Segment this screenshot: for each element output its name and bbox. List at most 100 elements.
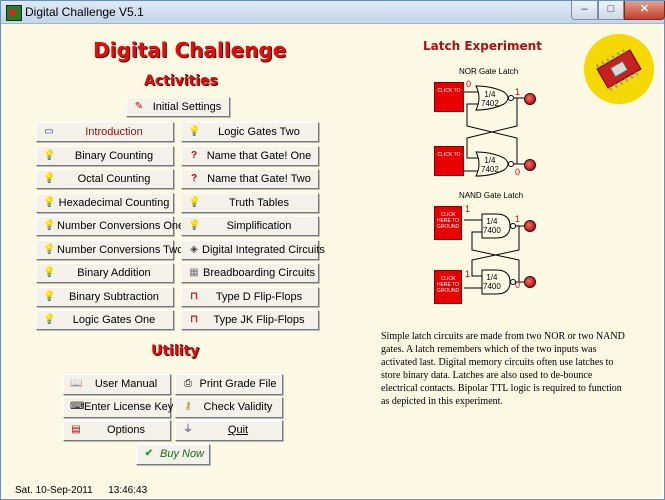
activity-label: Logic Gates One xyxy=(72,314,156,326)
nor-top-input-text: CLICK TO xyxy=(437,88,461,94)
activity-button-name-that-gate-one[interactable]: ? Name that Gate! One xyxy=(181,145,319,166)
activity-button-logic-gates-two[interactable]: 💡 Logic Gates Two xyxy=(181,122,319,142)
nor-bottom-output-value: 0 xyxy=(515,167,521,177)
bulb-icon: 💡 xyxy=(43,149,56,161)
nor-top-output-value: 1 xyxy=(515,87,521,97)
activity-button-name-that-gate-two[interactable]: ? Name that Gate! Two xyxy=(181,169,319,189)
quit-button[interactable]: ⏚ Quit xyxy=(175,420,283,441)
bulb-icon: 💡 xyxy=(188,220,201,231)
nor-latch-label: NOR Gate Latch xyxy=(459,67,519,76)
activities-heading: Activities xyxy=(144,73,218,89)
activity-label: Type JK Flip-Flops xyxy=(213,314,305,326)
options-button[interactable]: ▤ Options xyxy=(63,420,171,441)
nor-gate-top-label: 1/4 7402 xyxy=(481,90,499,108)
print-grade-button[interactable]: ⎙ Print Grade File xyxy=(175,374,283,395)
bulb-icon: 💡 xyxy=(43,173,56,184)
activity-button-logic-gates-one[interactable]: 💡 Logic Gates One xyxy=(36,310,174,330)
activity-label: Introduction xyxy=(85,126,143,138)
activity-label: Name that Gate! One xyxy=(206,149,312,162)
user-manual-button[interactable]: 📖 User Manual xyxy=(63,374,171,395)
nor-bottom-input-button[interactable]: CLICK TO xyxy=(434,146,464,176)
key-icon: ⚷ xyxy=(184,401,192,412)
app-icon xyxy=(6,5,22,21)
activity-button-breadboarding-circuits[interactable]: ▦ Breadboarding Circuits xyxy=(181,263,319,283)
latch-description: Simple latch circuits are made from two … xyxy=(381,331,625,407)
activity-button-binary-subtraction[interactable]: 💡 Binary Subtraction xyxy=(36,286,174,307)
nor-gate-bottom-label: 1/4 7402 xyxy=(481,156,499,174)
nand-bottom-ground-text: CLICK HERE TO GROUND xyxy=(436,276,460,294)
buy-now-label: Buy Now xyxy=(159,448,205,460)
nor-top-input-button[interactable]: CLICK TO xyxy=(434,82,464,112)
activity-button-type-jk-flip-flops[interactable]: ⊓ Type JK Flip-Flops xyxy=(181,310,319,330)
options-label: Options xyxy=(107,424,145,436)
bulb-icon: 💡 xyxy=(43,196,56,208)
activity-button-simplification[interactable]: 💡 Simplification xyxy=(181,216,319,236)
close-button[interactable]: ✕ xyxy=(624,1,665,20)
nand-top-input-value: 1 xyxy=(465,204,471,214)
activity-button-hexadecimal-counting[interactable]: 💡 Hexadecimal Counting xyxy=(36,192,174,213)
title-bar: Digital Challenge V5.1 – □ ✕ xyxy=(1,1,665,24)
activity-label: Number Conversions Two xyxy=(57,243,184,256)
app-title: Digital Challenge xyxy=(93,38,287,62)
quit-icon: ⏚ xyxy=(183,424,193,435)
nor-bottom-led-icon xyxy=(524,159,536,171)
initial-settings-button[interactable]: ✎ Initial Settings xyxy=(126,97,230,117)
nand-gate-top-label: 1/4 7400 xyxy=(483,217,501,235)
waveform-icon: ⊓ xyxy=(190,314,198,325)
chip-logo-graphic xyxy=(595,49,642,91)
app-window: Digital Challenge V5.1 – □ ✕ Digital Cha… xyxy=(0,0,665,500)
initial-settings-label: Initial Settings xyxy=(152,101,222,113)
activity-button-octal-counting[interactable]: 💡 Octal Counting xyxy=(36,169,174,189)
activity-button-binary-addition[interactable]: 💡 Binary Addition xyxy=(36,263,174,283)
check-validity-button[interactable]: ⚷ Check Validity xyxy=(175,397,283,418)
activity-button-type-d-flip-flops[interactable]: ⊓ Type D Flip-Flops xyxy=(181,286,319,307)
activity-button-introduction[interactable]: ▭ Introduction xyxy=(36,122,174,142)
activity-button-number-conversions-one[interactable]: 💡 Number Conversions One xyxy=(36,216,185,236)
bulb-icon: 💡 xyxy=(188,126,201,137)
status-date: Sat. 10-Sep-2011 xyxy=(15,485,93,496)
activity-label: Simplification xyxy=(226,220,292,232)
options-icon: ▤ xyxy=(71,424,81,435)
nand-latch-label: NAND Gate Latch xyxy=(459,191,524,200)
nand-top-led-icon xyxy=(524,220,536,232)
activity-label: Type D Flip-Flops xyxy=(215,290,303,303)
nor-bottom-input-text: CLICK TO xyxy=(437,152,461,158)
nand-top-output-value: 1 xyxy=(515,214,521,224)
bulb-icon: 💡 xyxy=(43,220,56,231)
activity-button-truth-tables[interactable]: 💡 Truth Tables xyxy=(181,192,319,213)
question-icon: ? xyxy=(190,173,198,184)
pencil-icon: ✎ xyxy=(134,101,144,112)
quit-label: Quit xyxy=(227,424,249,436)
license-key-button[interactable]: ⌨ Enter License Key xyxy=(63,397,174,418)
nand-bottom-ground-button[interactable]: CLICK HERE TO GROUND xyxy=(434,270,462,304)
bulb-icon: 💡 xyxy=(43,267,56,278)
license-key-label: Enter License Key xyxy=(84,401,174,413)
activity-label: Truth Tables xyxy=(229,196,289,209)
nor-top-led-icon xyxy=(524,93,536,105)
activity-label: Breadboarding Circuits xyxy=(203,267,315,279)
waveform-icon: ⊓ xyxy=(190,290,198,302)
user-manual-label: User Manual xyxy=(94,378,158,390)
book-icon: ▭ xyxy=(44,126,54,137)
activity-button-digital-integrated-circuits[interactable]: ◈ Digital Integrated Circuits xyxy=(181,239,325,260)
minimize-button[interactable]: – xyxy=(571,1,598,20)
nor-top-input-value: 0 xyxy=(466,79,472,89)
nand-top-ground-button[interactable]: CLICK HERE TO GROUND xyxy=(434,206,462,240)
checkmark-icon: ✔ xyxy=(144,448,154,459)
activity-label: Name that Gate! Two xyxy=(207,173,311,185)
activity-label: Binary Subtraction xyxy=(69,290,159,303)
activity-label: Number Conversions One xyxy=(57,220,185,232)
activity-button-binary-counting[interactable]: 💡 Binary Counting xyxy=(36,145,174,166)
nand-bottom-led-icon xyxy=(524,276,536,288)
nand-top-ground-text: CLICK HERE TO GROUND xyxy=(436,212,460,230)
keyboard-icon: ⌨ xyxy=(70,401,85,412)
latch-title: Latch Experiment xyxy=(423,39,542,53)
question-icon: ? xyxy=(190,149,198,161)
buy-now-button[interactable]: ✔ Buy Now xyxy=(136,444,210,465)
activity-label: Octal Counting xyxy=(77,173,151,185)
status-bar: Sat. 10-Sep-2011 13:46:43 xyxy=(15,485,147,496)
activity-button-number-conversions-two[interactable]: 💡 Number Conversions Two xyxy=(36,239,184,260)
breadboard-icon: ▦ xyxy=(189,267,199,278)
utility-heading: Utility xyxy=(151,343,200,359)
maximize-button[interactable]: □ xyxy=(598,1,624,20)
